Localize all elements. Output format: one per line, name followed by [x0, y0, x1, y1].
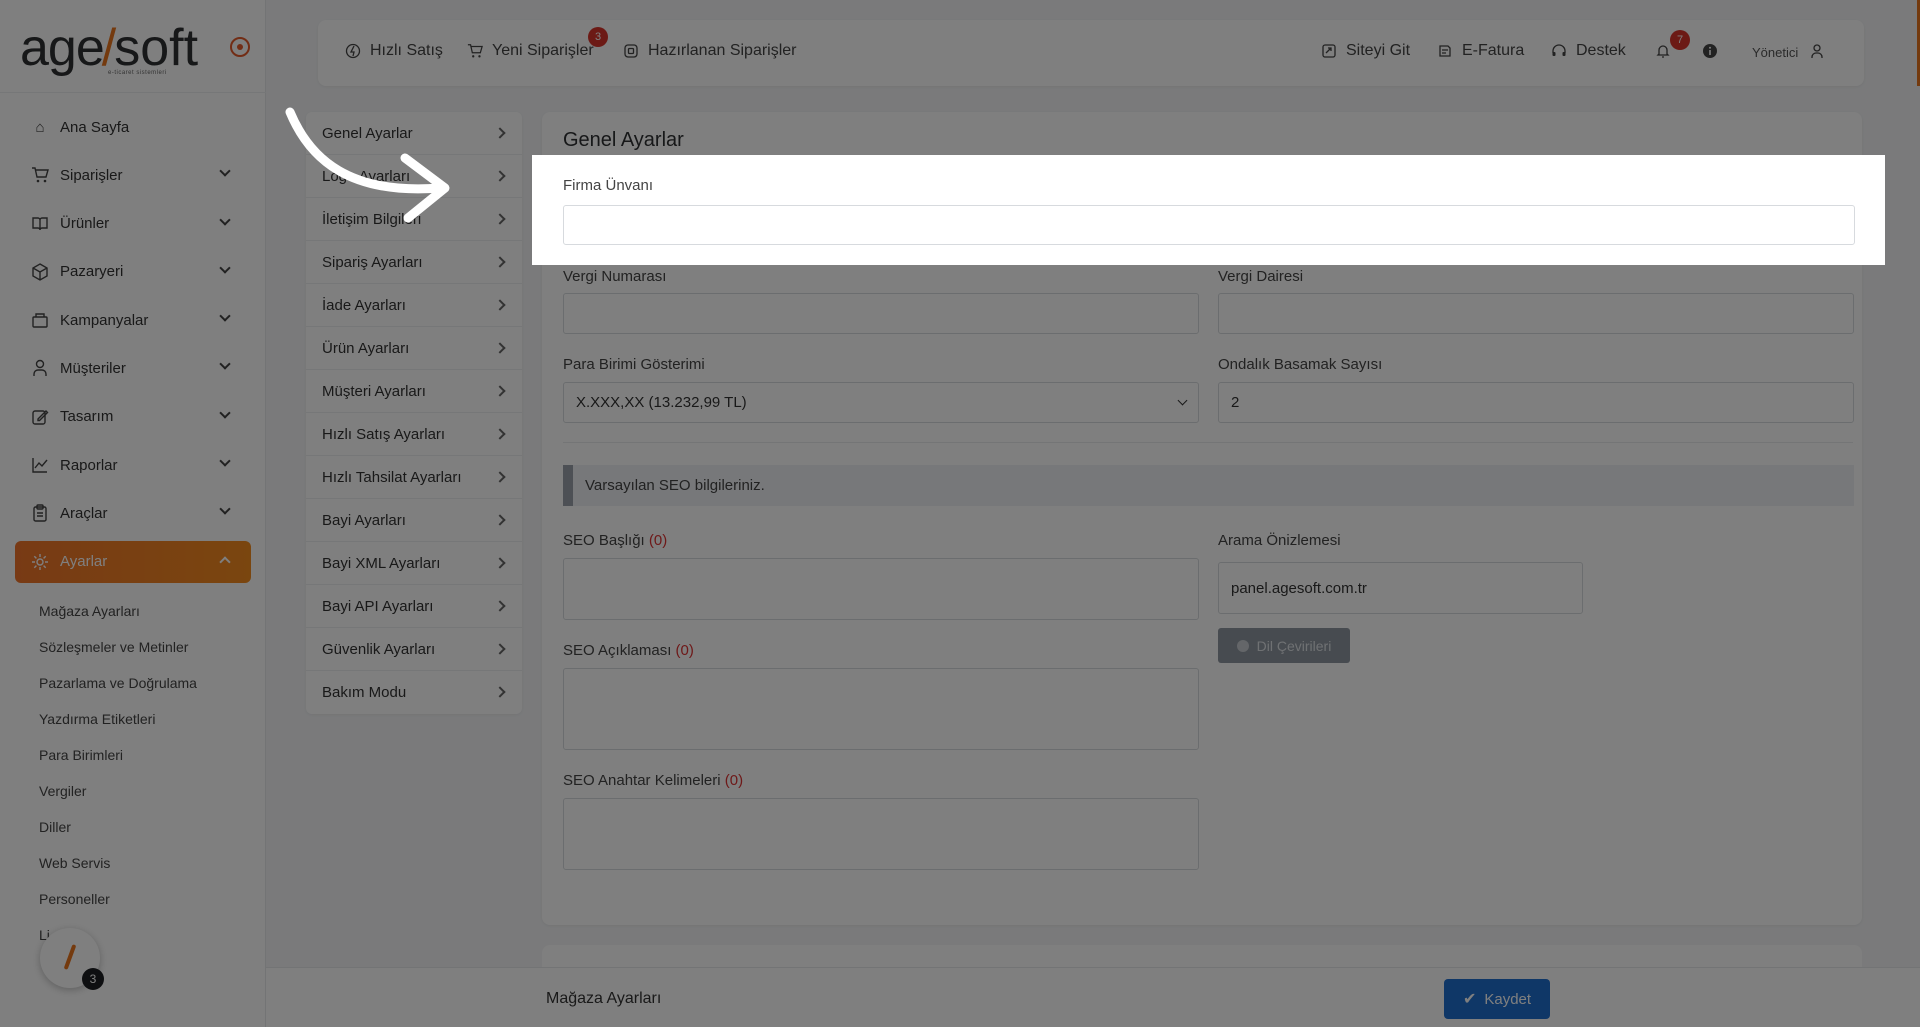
tutorial-arrow-icon [285, 107, 450, 223]
firma-unvani-label: Firma Ünvanı [563, 177, 654, 194]
firma-unvani-input[interactable] [563, 205, 1855, 245]
highlighted-firma-unvani: Firma Ünvanı [532, 155, 1885, 265]
